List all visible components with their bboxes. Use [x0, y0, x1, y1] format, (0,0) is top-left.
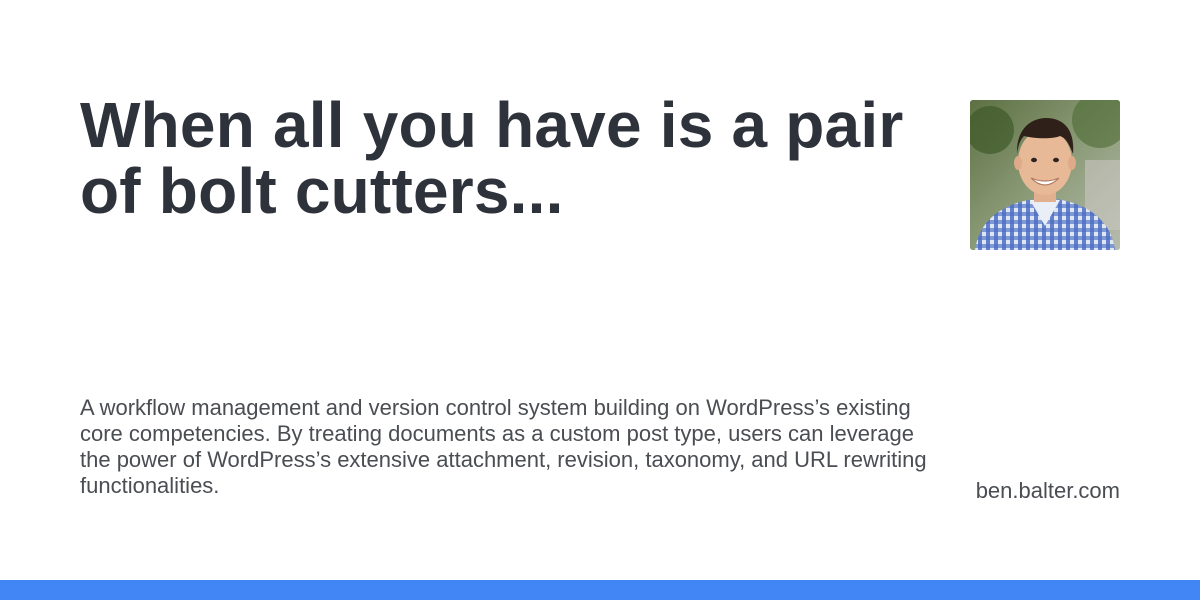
social-card: When all you have is a pair of bolt cutt…: [0, 0, 1200, 600]
accent-bar: [0, 580, 1200, 600]
post-title: When all you have is a pair of bolt cutt…: [80, 89, 904, 227]
post-description: A workflow management and version contro…: [80, 395, 927, 498]
author-photo-icon: [970, 100, 1120, 250]
author-avatar: [970, 100, 1120, 250]
site-domain: ben.balter.com: [975, 478, 1120, 503]
